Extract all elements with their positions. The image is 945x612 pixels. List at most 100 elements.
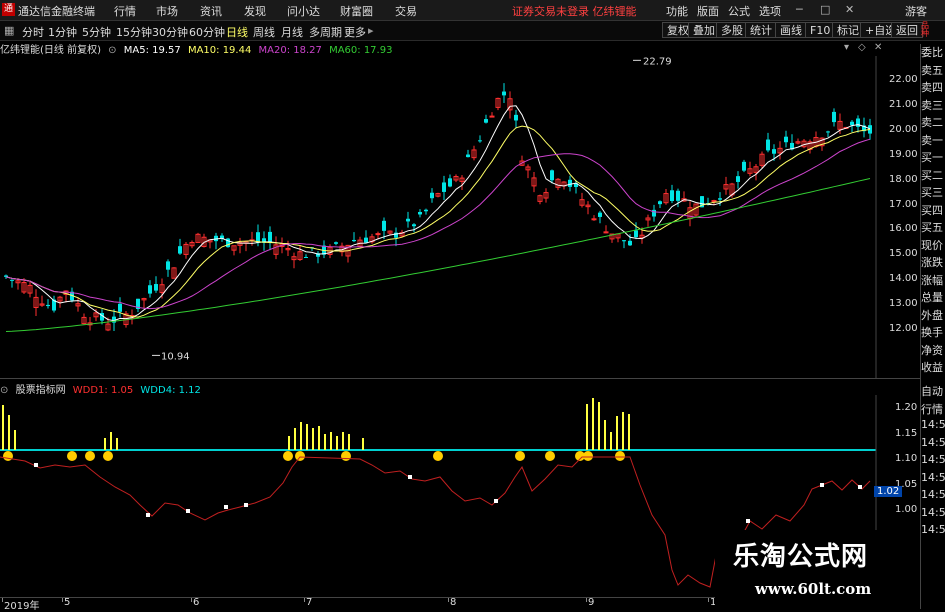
quote-field-label: 买三 <box>921 186 943 199</box>
candle-body-down <box>628 240 632 246</box>
candle-body-down <box>430 192 434 199</box>
guest-label[interactable]: 游客 <box>905 3 927 19</box>
price-tick-label: 12.00 <box>889 323 918 334</box>
signal-smiley-icon <box>67 451 77 461</box>
menu-wealth[interactable]: 财富圈 <box>340 3 373 19</box>
indicator-legend: ⊙ 股票指标网 WDD1: 1.05 WDD4: 1.12 <box>0 381 205 396</box>
wdd-bar <box>288 436 290 450</box>
period-30min[interactable]: 30分钟 <box>152 24 188 40</box>
period-60min[interactable]: 60分钟 <box>189 24 225 40</box>
period-15min[interactable]: 15分钟 <box>116 24 152 40</box>
quote-field-label: 总量 <box>921 291 943 304</box>
candle-body-down <box>598 212 602 217</box>
menu-function[interactable]: 功能 <box>666 3 688 19</box>
menu-quotes[interactable]: 行情 <box>114 3 136 19</box>
candle-body-down <box>412 224 416 227</box>
date-tick-label: 5 <box>64 597 71 608</box>
low-annotation: 10.94 <box>161 351 190 362</box>
candle-body-down <box>466 154 470 158</box>
signal-smiley-icon <box>295 451 305 461</box>
wdd-bar <box>110 432 112 450</box>
period-more[interactable]: 更多 <box>344 24 366 40</box>
wdd1-marker <box>820 483 824 487</box>
candle-body-down <box>652 209 656 217</box>
draw-button[interactable]: 画线 <box>775 22 807 38</box>
f10-button[interactable]: F10 <box>805 22 836 38</box>
candle-body-down <box>424 209 428 212</box>
more-chevron-icon[interactable]: ▸ <box>368 24 374 37</box>
menu-news[interactable]: 资讯 <box>200 3 222 19</box>
candlestick-chart[interactable]: 22.79 10.94 <box>0 56 920 378</box>
ma5-line <box>5 105 871 322</box>
candle-body-down <box>478 140 482 142</box>
menu-formula[interactable]: 公式 <box>728 3 750 19</box>
date-tick <box>448 598 449 602</box>
menu-market[interactable]: 市场 <box>156 3 178 19</box>
quote-time-label: 14:50 <box>921 505 945 519</box>
chart-menu-icon[interactable]: ▾ <box>844 42 849 53</box>
date-tick <box>304 598 305 602</box>
candle-body-up <box>375 233 381 236</box>
login-notice[interactable]: 证券交易未登录 亿纬锂能 <box>512 3 637 19</box>
quote-field-label: 卖四 <box>921 81 943 94</box>
restore-icon[interactable]: □ <box>820 3 830 16</box>
stats-button[interactable]: 统计 <box>745 22 777 38</box>
candle-body-down <box>364 237 368 243</box>
wdd-bar <box>586 404 588 450</box>
candle-body-down <box>568 179 572 187</box>
price-tick-label: 14.00 <box>889 273 918 285</box>
panel-divider <box>0 378 920 379</box>
price-tick-label: 22.00 <box>889 74 918 85</box>
price-tick-label: 18.00 <box>889 173 918 185</box>
wdd1-marker <box>858 485 862 489</box>
period-weekly[interactable]: 周线 <box>253 24 275 40</box>
quote-time-label: 14:50 <box>921 453 945 466</box>
candle-body-down <box>772 149 776 154</box>
wdd-bar <box>300 422 302 450</box>
period-multi[interactable]: 多周期 <box>309 24 342 40</box>
date-tick-label: 7 <box>306 597 313 608</box>
period-1min[interactable]: 1分钟 <box>48 24 77 40</box>
period-monthly[interactable]: 月线 <box>281 24 303 40</box>
candle-body-down <box>784 136 788 143</box>
candle-body-down <box>484 119 488 123</box>
wdd-bar <box>342 432 344 450</box>
menu-layout[interactable]: 版面 <box>697 3 719 19</box>
menu-options[interactable]: 选项 <box>759 3 781 19</box>
grid-icon[interactable]: ▦ <box>4 24 14 37</box>
period-5min[interactable]: 5分钟 <box>82 24 111 40</box>
date-tick-label: 2019年 <box>4 601 40 612</box>
period-intraday[interactable]: 分时 <box>22 24 44 40</box>
wdd1-marker <box>224 505 228 509</box>
period-daily[interactable]: 日线 <box>226 24 248 40</box>
signal-smiley-icon <box>615 451 625 461</box>
menu-discover[interactable]: 发现 <box>244 3 266 19</box>
quote-time-label: 14:50 <box>921 488 945 501</box>
close-icon[interactable]: ✕ <box>845 3 854 16</box>
candle-body-down <box>670 190 674 202</box>
price-tick-label: 13.00 <box>889 298 918 310</box>
menu-xiaoda[interactable]: 问小达 <box>287 3 320 19</box>
chart-close-icon[interactable]: ✕ <box>874 42 882 53</box>
menu-trade[interactable]: 交易 <box>395 3 417 19</box>
settings-icon[interactable]: ⊙ <box>108 45 116 56</box>
wdd-bar <box>306 424 308 450</box>
back-button[interactable]: 返回 <box>891 22 923 38</box>
candle-body-down <box>832 111 836 123</box>
multistock-button[interactable]: 多股 <box>716 22 748 38</box>
watermark-overlay: 乐淘公式网 www.60lt.com <box>715 530 920 609</box>
candle-body-down <box>676 190 680 201</box>
wdd1-marker <box>186 509 190 513</box>
date-tick <box>2 598 3 602</box>
quote-field-label: 卖三 <box>921 98 943 112</box>
chart-expand-icon[interactable]: ◇ <box>858 42 866 53</box>
signal-smiley-icon <box>3 451 13 461</box>
candle-body-down <box>514 114 518 121</box>
wdd-bar <box>616 416 618 450</box>
minimize-icon[interactable]: ─ <box>796 3 803 16</box>
signal-smiley-icon <box>103 451 113 461</box>
quote-panel-header: 品种 <box>921 21 929 38</box>
candle-body-down <box>154 284 158 291</box>
quote-time-label: 自动 <box>921 385 943 398</box>
candle-body-down <box>418 211 422 215</box>
